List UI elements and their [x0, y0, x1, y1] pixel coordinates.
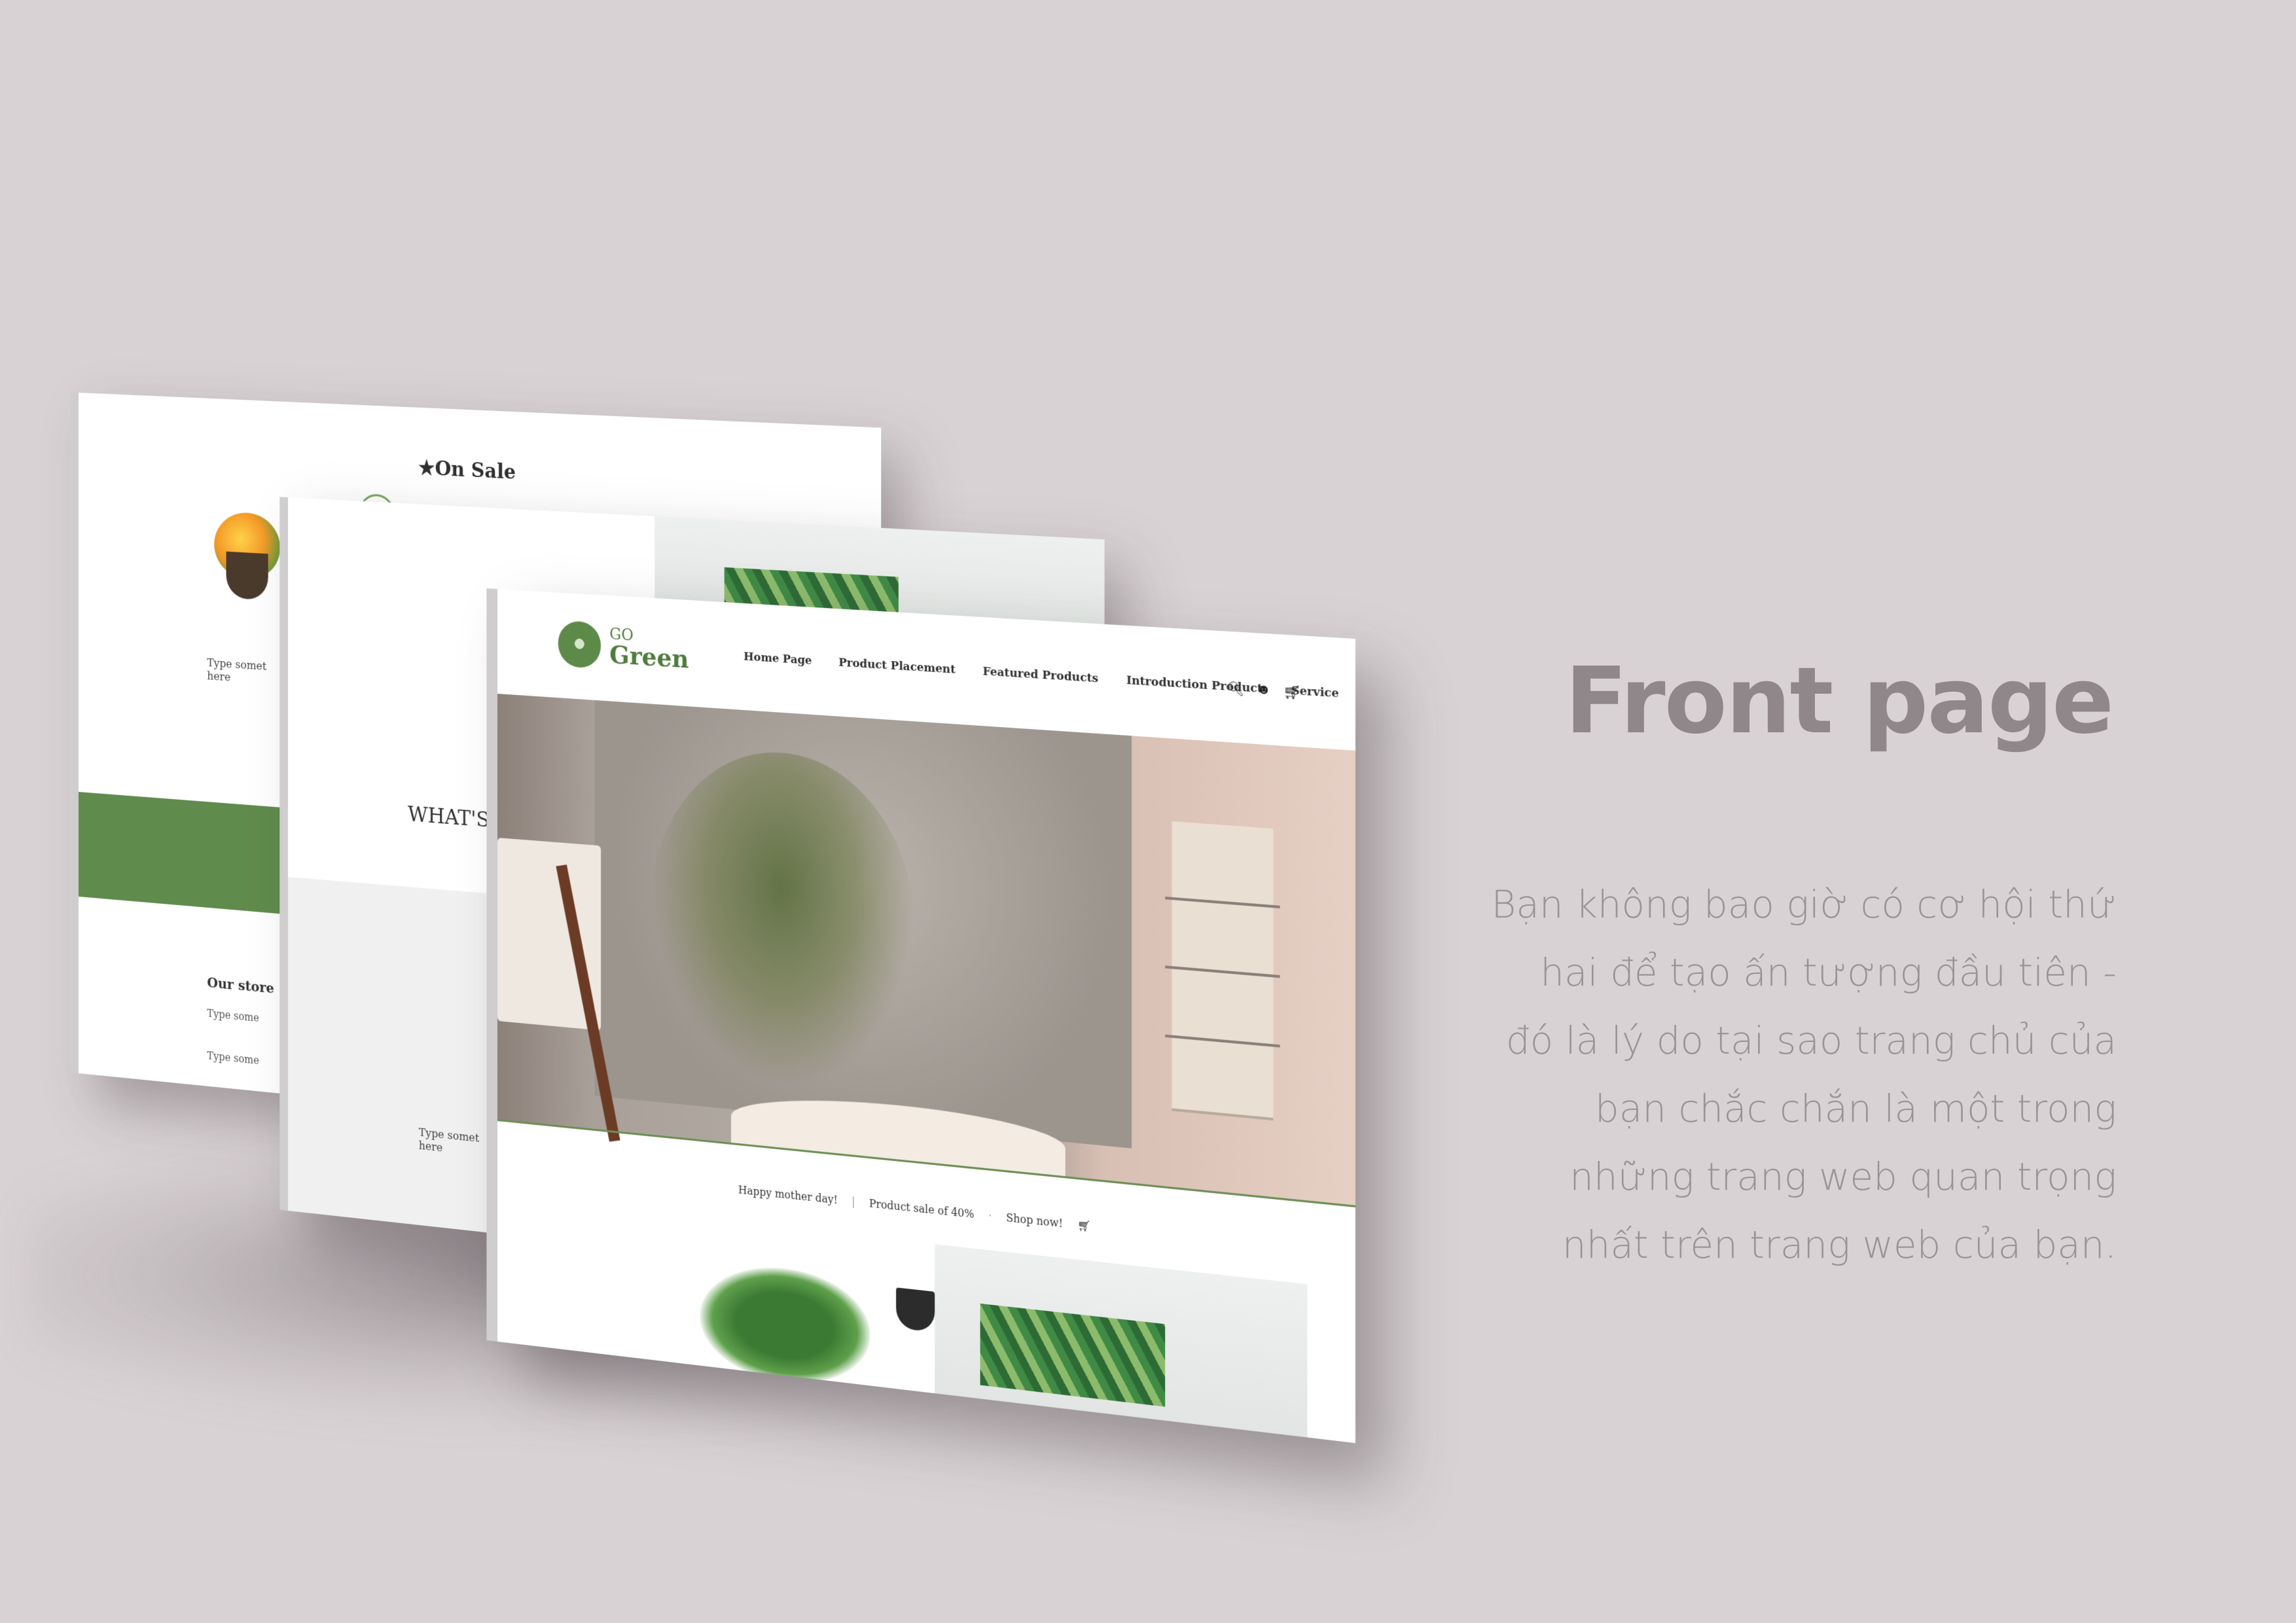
section-heading: WHAT'S	[408, 800, 490, 832]
store-line: Type some	[207, 1049, 259, 1067]
cart-icon[interactable]: 🛒︎	[1077, 1219, 1091, 1233]
monstera-leaves	[700, 1258, 870, 1393]
site-logo[interactable]: GO Green	[558, 620, 689, 675]
front-page-mockup: GO Green Home Page Product Placement Fea…	[497, 589, 1355, 1444]
pot-image	[226, 551, 268, 601]
logo-green: Green	[609, 639, 689, 674]
cart-icon[interactable]: 🛒︎	[1283, 683, 1300, 702]
user-icon[interactable]: ☻	[1257, 682, 1271, 700]
tree-logo-icon	[558, 620, 601, 669]
menu-item-home[interactable]: Home Page	[744, 650, 812, 668]
mockup-scene: ★On Sale 2 Pcs Type somet here Our store…	[0, 0, 2296, 1623]
promo-text: Happy mother day!	[738, 1183, 838, 1207]
header-icons: 🔍︎ ☻ 🛒︎	[1227, 680, 1300, 702]
product-caption: Type somet here	[207, 656, 267, 685]
lamp-image	[896, 1287, 935, 1332]
page-title: Front page	[1564, 648, 2114, 755]
on-sale-heading: ★On Sale	[418, 455, 516, 485]
separator: ·	[988, 1209, 992, 1223]
menu-item-product-placement[interactable]: Product Placement	[838, 656, 956, 677]
store-line: Type some	[207, 1007, 259, 1025]
separator: |	[852, 1195, 855, 1209]
menu-item-featured-products[interactable]: Featured Products	[983, 665, 1099, 686]
stores-heading: Our store	[207, 973, 274, 997]
shop-now-link[interactable]: Shop now!	[1006, 1211, 1063, 1230]
search-icon[interactable]: 🔍︎	[1227, 680, 1244, 698]
hero-image	[497, 694, 1355, 1205]
page-description: Bạn không bao giờ có cơ hội thứ hai để t…	[1491, 882, 2117, 1267]
logo-text: GO Green	[609, 624, 689, 674]
promo-sale: Product sale of 40%	[869, 1196, 975, 1221]
